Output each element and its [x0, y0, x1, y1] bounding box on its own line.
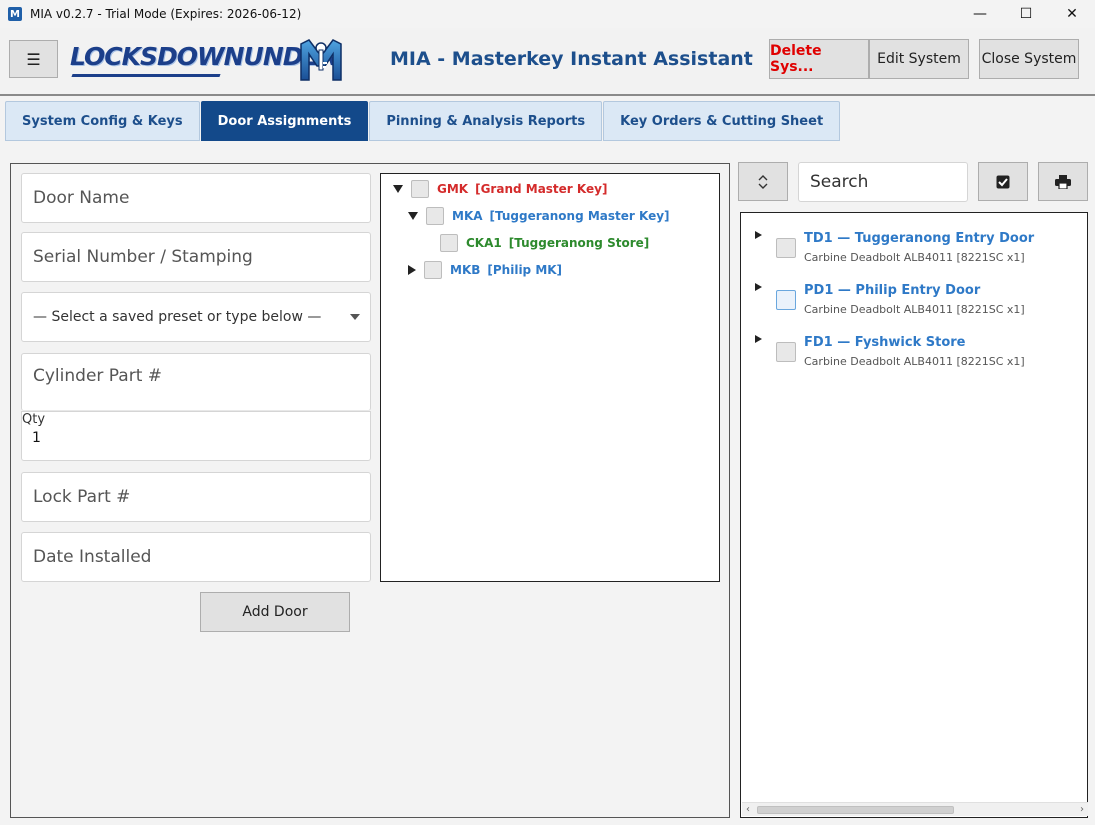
- close-system-button[interactable]: Close System: [979, 39, 1079, 79]
- qty-label: Qty: [22, 412, 46, 427]
- close-window-button[interactable]: ✕: [1049, 0, 1095, 28]
- app-header: ☰ LOCKSDOWNUNDER MIA - Masterkey Instant…: [0, 28, 1095, 96]
- tree-node-gmk[interactable]: GMK [Grand Master Key]: [393, 179, 607, 199]
- tab-pinning-reports[interactable]: Pinning & Analysis Reports: [369, 101, 603, 141]
- door-list-item[interactable]: FD1 — Fyshwick Store Carbine Deadbolt AL…: [741, 325, 1087, 369]
- collapse-icon[interactable]: [393, 185, 403, 193]
- checkbox[interactable]: [776, 342, 796, 362]
- tree-node-mkb[interactable]: MKB [Philip MK]: [406, 260, 562, 280]
- door-list-item[interactable]: TD1 — Tuggeranong Entry Door Carbine Dea…: [741, 221, 1087, 265]
- print-button[interactable]: [1038, 162, 1088, 201]
- expand-icon[interactable]: [755, 231, 762, 239]
- brand-logo: LOCKSDOWNUNDER: [70, 42, 338, 71]
- preset-select[interactable]: — Select a saved preset or type below —: [21, 292, 371, 342]
- key-tree: GMK [Grand Master Key] MKA [Tuggeranong …: [380, 173, 720, 582]
- checkbox-checked-icon: [996, 175, 1010, 188]
- door-list-item[interactable]: PD1 — Philip Entry Door Carbine Deadbolt…: [741, 273, 1087, 317]
- door-subtitle: Carbine Deadbolt ALB4011 [8221SC x1]: [804, 303, 1025, 316]
- checkbox[interactable]: [424, 261, 442, 279]
- window-controls: — ☐ ✕: [957, 0, 1095, 28]
- key-name: [Grand Master Key]: [475, 182, 608, 196]
- qty-value: 1: [32, 430, 41, 446]
- tab-key-orders[interactable]: Key Orders & Cutting Sheet: [603, 101, 841, 141]
- scroll-right-icon[interactable]: ›: [1080, 804, 1084, 815]
- chevron-down-icon: [350, 314, 360, 320]
- key-code: CKA1: [466, 236, 502, 250]
- tree-node-mka[interactable]: MKA [Tuggeranong Master Key]: [408, 206, 670, 226]
- cylinder-part-field[interactable]: Cylinder Part #: [21, 353, 371, 411]
- key-name: [Tuggeranong Master Key]: [489, 209, 670, 223]
- scrollbar-thumb[interactable]: [757, 806, 954, 814]
- printer-icon: [1055, 174, 1071, 189]
- tree-node-cka1[interactable]: CKA1 [Tuggeranong Store]: [440, 233, 649, 253]
- expand-icon[interactable]: [755, 283, 762, 291]
- window-title: MIA v0.2.7 - Trial Mode (Expires: 2026-0…: [30, 7, 302, 21]
- app-title: MIA - Masterkey Instant Assistant: [390, 48, 753, 70]
- minimize-button[interactable]: —: [957, 0, 1003, 28]
- key-name: [Philip MK]: [487, 263, 563, 277]
- lock-part-field[interactable]: Lock Part #: [21, 472, 371, 522]
- brand-logo-underline: [71, 74, 221, 77]
- title-bar: M MIA v0.2.7 - Trial Mode (Expires: 2026…: [0, 0, 1095, 28]
- key-name: [Tuggeranong Store]: [508, 236, 650, 250]
- door-subtitle: Carbine Deadbolt ALB4011 [8221SC x1]: [804, 251, 1025, 264]
- tab-system-config[interactable]: System Config & Keys: [5, 101, 200, 141]
- door-list: TD1 — Tuggeranong Entry Door Carbine Dea…: [740, 212, 1088, 818]
- door-title: PD1 — Philip Entry Door: [804, 283, 981, 298]
- door-title: FD1 — Fyshwick Store: [804, 335, 966, 350]
- checkbox[interactable]: [440, 234, 458, 252]
- checkbox[interactable]: [776, 290, 796, 310]
- search-input[interactable]: Search: [798, 162, 968, 202]
- select-all-button[interactable]: [978, 162, 1028, 201]
- tab-door-assignments[interactable]: Door Assignments: [200, 101, 369, 141]
- expand-icon[interactable]: [408, 265, 416, 275]
- key-code: GMK: [437, 182, 469, 196]
- hamburger-icon: ☰: [26, 49, 41, 69]
- horizontal-scrollbar[interactable]: ‹ ›: [742, 802, 1088, 816]
- scroll-left-icon[interactable]: ‹: [746, 804, 750, 815]
- door-name-field[interactable]: Door Name: [21, 173, 371, 223]
- edit-system-button[interactable]: Edit System: [869, 39, 969, 79]
- collapse-icon[interactable]: [408, 212, 418, 220]
- preset-select-value: — Select a saved preset or type below —: [33, 309, 322, 325]
- door-title: TD1 — Tuggeranong Entry Door: [804, 231, 1035, 246]
- date-installed-field[interactable]: Date Installed: [21, 532, 371, 582]
- checkbox[interactable]: [776, 238, 796, 258]
- main-tabs: System Config & Keys Door Assignments Pi…: [5, 101, 841, 141]
- add-door-button[interactable]: Add Door: [200, 592, 350, 632]
- maximize-button[interactable]: ☐: [1003, 0, 1049, 28]
- delete-system-button[interactable]: Delete Sys...: [769, 39, 869, 79]
- expand-icon[interactable]: [755, 335, 762, 343]
- sort-toggle-button[interactable]: [738, 162, 788, 201]
- serial-number-field[interactable]: Serial Number / Stamping: [21, 232, 371, 282]
- checkbox[interactable]: [426, 207, 444, 225]
- hamburger-menu-button[interactable]: ☰: [9, 40, 58, 78]
- door-subtitle: Carbine Deadbolt ALB4011 [8221SC x1]: [804, 355, 1025, 368]
- door-form-panel: Door Name Serial Number / Stamping — Sel…: [10, 163, 730, 818]
- app-icon: M: [8, 7, 22, 21]
- key-code: MKA: [452, 209, 483, 223]
- key-code: MKB: [450, 263, 481, 277]
- mia-logo-icon: [300, 39, 342, 81]
- qty-field[interactable]: [21, 411, 371, 461]
- checkbox[interactable]: [411, 180, 429, 198]
- sort-icon: [758, 174, 768, 189]
